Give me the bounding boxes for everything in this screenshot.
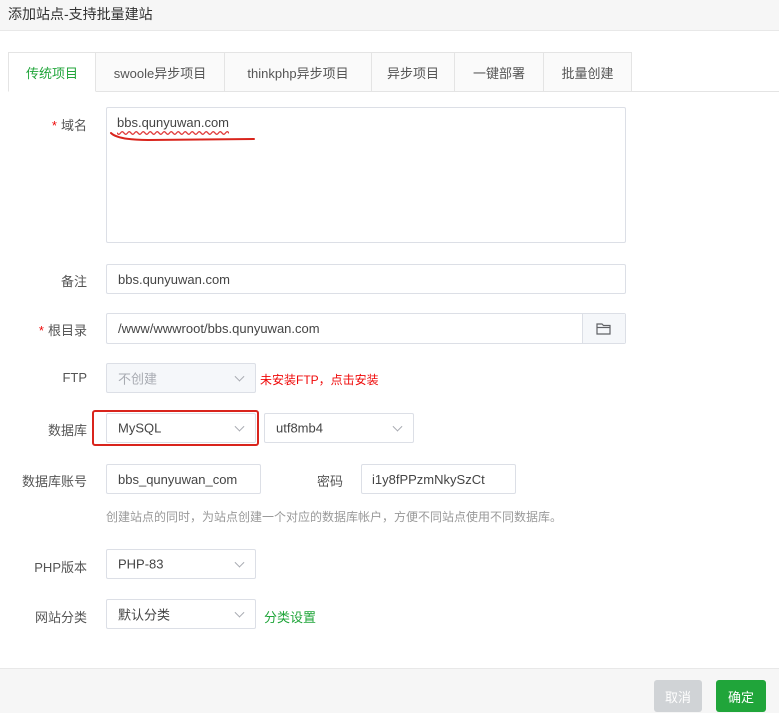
category-value: 默认分类: [118, 607, 171, 623]
php-version-select[interactable]: PHP-83: [106, 549, 256, 579]
database-label: 数据库: [47, 423, 87, 438]
dialog-title: 添加站点-支持批量建站: [8, 6, 153, 22]
category-select[interactable]: 默认分类: [106, 599, 256, 629]
tab-batch-create[interactable]: 批量创建: [544, 52, 632, 92]
php-label: PHP版本: [34, 560, 87, 575]
tab-bar: 传统项目 swoole异步项目 thinkphp异步项目 异步项目 一键部署 批…: [8, 52, 779, 92]
remark-value: bbs.qunyuwan.com: [118, 272, 231, 287]
tab-swoole[interactable]: swoole异步项目: [96, 52, 225, 92]
folder-icon: [596, 323, 611, 335]
dialog-titlebar: 添加站点-支持批量建站: [0, 0, 779, 31]
charset-value: utf8mb4: [276, 420, 323, 436]
password-label: 密码: [317, 474, 344, 489]
ftp-install-link[interactable]: 未安装FTP，点击安装: [260, 371, 379, 388]
red-annotation-box: [92, 410, 259, 446]
db-account-input[interactable]: bbs_qunyuwan_com: [106, 464, 261, 494]
tab-traditional[interactable]: 传统项目: [8, 52, 96, 92]
db-account-label: 数据库账号: [21, 474, 87, 489]
root-dir-value: /www/wwwroot/bbs.qunyuwan.com: [118, 321, 320, 336]
confirm-button[interactable]: 确定: [716, 680, 766, 712]
db-account-value: bbs_qunyuwan_com: [118, 472, 238, 487]
red-annotation-underline: [110, 132, 255, 142]
cancel-button[interactable]: 取消: [654, 680, 702, 712]
folder-browse-button[interactable]: [582, 314, 625, 343]
ftp-label: FTP: [62, 370, 87, 385]
category-settings-link[interactable]: 分类设置: [264, 607, 316, 626]
db-account-hint: 创建站点的同时，为站点创建一个对应的数据库帐户，方便不同站点使用不同数据库。: [106, 510, 563, 524]
remark-label: 备注: [60, 274, 87, 289]
php-version-value: PHP-83: [118, 556, 164, 572]
domain-label: * 域名: [51, 118, 87, 133]
chevron-down-icon: [392, 421, 403, 432]
category-label: 网站分类: [34, 610, 87, 625]
tab-one-click-deploy[interactable]: 一键部署: [455, 52, 544, 92]
ftp-select-value: 不创建: [118, 371, 158, 387]
password-input[interactable]: i1y8fPPzmNkySzCt: [361, 464, 516, 494]
ftp-select[interactable]: 不创建: [106, 363, 256, 393]
chevron-down-icon: [234, 607, 245, 618]
root-dir-input[interactable]: /www/wwwroot/bbs.qunyuwan.com: [106, 313, 626, 344]
chevron-down-icon: [234, 371, 245, 382]
dialog-footer: 取消 确定: [0, 668, 779, 713]
tab-thinkphp[interactable]: thinkphp异步项目: [225, 52, 372, 92]
tab-async[interactable]: 异步项目: [372, 52, 455, 92]
password-value: i1y8fPPzmNkySzCt: [372, 472, 485, 487]
charset-select[interactable]: utf8mb4: [264, 413, 414, 443]
root-label: * 根目录: [38, 323, 87, 338]
remark-input[interactable]: bbs.qunyuwan.com: [106, 264, 626, 294]
chevron-down-icon: [234, 557, 245, 568]
